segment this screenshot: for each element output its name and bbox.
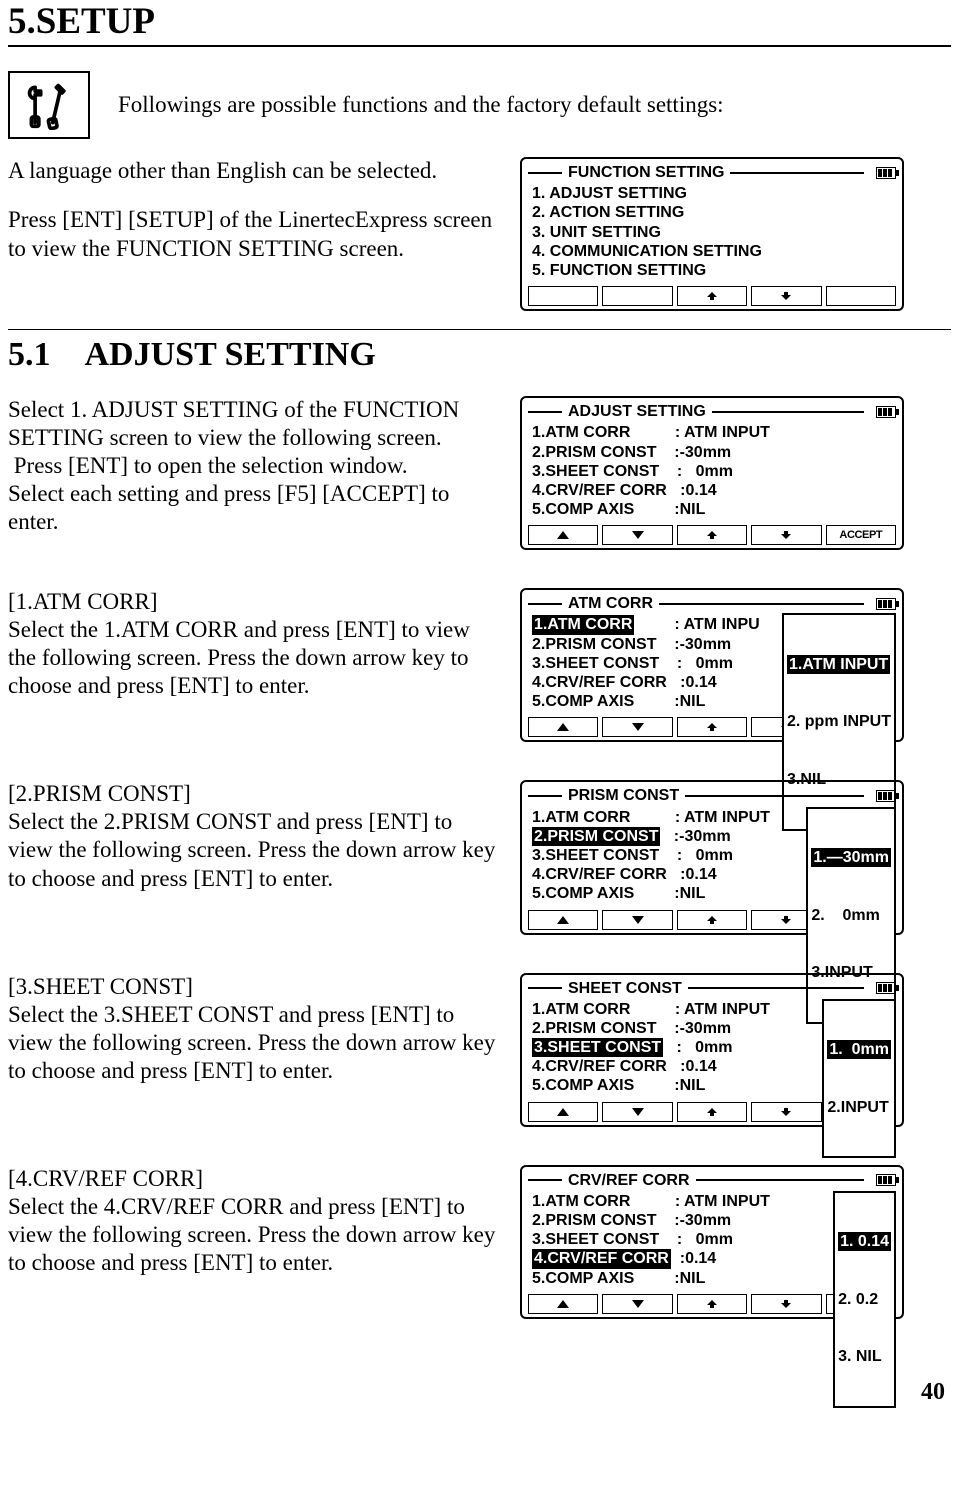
popup-option: 2. ppm INPUT — [787, 712, 891, 731]
softkey-down-icon — [602, 910, 672, 930]
intro-row: Followings are possible functions and th… — [8, 71, 951, 139]
battery-icon — [876, 982, 896, 994]
battery-icon — [876, 406, 896, 418]
chapter-title: 5.SETUP — [8, 0, 951, 47]
setting-row: 1.ATM CORR : ATM INPUT — [532, 423, 892, 442]
softkey-scroll-up-icon — [677, 1294, 747, 1314]
popup-option: 2. 0mm — [811, 906, 891, 925]
softkey — [826, 286, 896, 306]
setting-row: 5.COMP AXIS :NIL — [532, 500, 892, 519]
menu-item: 2. ACTION SETTING — [532, 203, 892, 222]
softkey-row: ACCEPT — [528, 525, 896, 545]
page-number: 40 — [8, 1379, 951, 1406]
popup-option: 3. NIL — [838, 1347, 891, 1366]
softkey-down-icon — [602, 717, 672, 737]
setting-value: :0.14 — [671, 1250, 716, 1267]
lcd-crv-ref-corr: CRV/REF CORR 1.ATM CORR : ATM INPUT 2.PR… — [520, 1165, 904, 1319]
subsection-heading: [2.PRISM CONST] — [8, 780, 498, 808]
softkey-scroll-down-icon — [751, 1102, 821, 1122]
setting-row: 2.PRISM CONST :-30mm — [532, 443, 892, 462]
lcd-title: ADJUST SETTING — [568, 402, 706, 421]
softkey-up-icon — [528, 1102, 598, 1122]
softkey-scroll-down-icon — [751, 525, 821, 545]
lcd-adjust-setting: ADJUST SETTING 1.ATM CORR : ATM INPUT 2.… — [520, 396, 904, 550]
lcd-title: FUNCTION SETTING — [568, 163, 724, 182]
softkey-down-icon — [602, 1102, 672, 1122]
softkey-down-icon — [602, 525, 672, 545]
press-paragraph: Press [ENT] [SETUP] of the LinertecExpre… — [8, 206, 498, 264]
softkey-scroll-up-icon — [677, 1102, 747, 1122]
subsection-heading: [4.CRV/REF CORR] — [8, 1165, 498, 1193]
lcd-function-setting: FUNCTION SETTING 1. ADJUST SETTING 2. AC… — [520, 157, 904, 311]
softkey-scroll-up-icon — [677, 286, 747, 306]
softkey — [602, 286, 672, 306]
softkey-up-icon — [528, 910, 598, 930]
setting-value: :-30mm — [660, 828, 730, 845]
lcd-title: SHEET CONST — [568, 979, 682, 998]
softkey-scroll-up-icon — [677, 717, 747, 737]
text-line: Press [ENT] to open the selection window… — [8, 452, 498, 480]
softkey-down-icon — [602, 1294, 672, 1314]
menu-item: 5. FUNCTION SETTING — [532, 261, 892, 280]
softkey-up-icon — [528, 717, 598, 737]
menu-item: 1. ADJUST SETTING — [532, 184, 892, 203]
text-line: Select each setting and press [F5] [ACCE… — [8, 480, 498, 536]
softkey-up-icon — [528, 1294, 598, 1314]
selected-item: 1.ATM CORR — [532, 615, 634, 634]
subsection-body: Select the 2.PRISM CONST and press [ENT]… — [8, 808, 498, 892]
setting-value: : ATM INPU — [634, 616, 759, 633]
selected-item: 4.CRV/REF CORR — [532, 1249, 671, 1268]
lcd-title: PRISM CONST — [568, 786, 679, 805]
softkey-scroll-up-icon — [677, 525, 747, 545]
subsection-heading: [3.SHEET CONST] — [8, 973, 498, 1001]
softkey-up-icon — [528, 525, 598, 545]
popup-selected: 1.—30mm — [811, 848, 891, 867]
battery-icon — [876, 598, 896, 610]
option-popup: 1. 0.14 2. 0.2 3. NIL — [833, 1191, 896, 1408]
lcd-sheet-const: SHEET CONST 1.ATM CORR : ATM INPUT 2.PRI… — [520, 973, 904, 1127]
softkey-scroll-down-icon — [751, 286, 821, 306]
section-heading-5-1: 5.1 ADJUST SETTING — [8, 329, 951, 374]
lcd-title: CRV/REF CORR — [568, 1171, 690, 1190]
softkey — [528, 286, 598, 306]
selected-item: 3.SHEET CONST — [532, 1038, 663, 1057]
subsection-body: Select the 3.SHEET CONST and press [ENT]… — [8, 1001, 498, 1085]
subsection-heading: [1.ATM CORR] — [8, 588, 498, 616]
popup-selected: 1.ATM INPUT — [787, 655, 890, 674]
battery-icon — [876, 790, 896, 802]
menu-item: 3. UNIT SETTING — [532, 223, 892, 242]
popup-option: 2. 0.2 — [838, 1290, 891, 1309]
softkey-scroll-down-icon — [751, 1294, 821, 1314]
softkey-scroll-up-icon — [677, 910, 747, 930]
setup-icon — [8, 71, 90, 139]
battery-icon — [876, 167, 896, 179]
adjust-setting-text: Select 1. ADJUST SETTING of the FUNCTION… — [8, 396, 498, 536]
intro-text: Followings are possible functions and th… — [118, 92, 724, 118]
selected-item: 2.PRISM CONST — [532, 827, 660, 846]
popup-selected: 1. 0mm — [827, 1040, 891, 1059]
popup-option: 2.INPUT — [827, 1098, 891, 1117]
option-popup: 1. 0mm 2.INPUT — [822, 999, 896, 1159]
setting-row: 4.CRV/REF CORR :0.14 — [532, 481, 892, 500]
text-line: Select 1. ADJUST SETTING of the FUNCTION… — [8, 396, 498, 452]
menu-item: 4. COMMUNICATION SETTING — [532, 242, 892, 261]
setting-value: : 0mm — [663, 1039, 732, 1056]
popup-selected: 1. 0.14 — [838, 1232, 891, 1251]
lcd-prism-const: PRISM CONST 1.ATM CORR : ATM INPUT 2.PRI… — [520, 780, 904, 934]
setting-row: 3.SHEET CONST : 0mm — [532, 462, 892, 481]
softkey-accept: ACCEPT — [826, 525, 896, 545]
battery-icon — [876, 1174, 896, 1186]
language-paragraph: A language other than English can be sel… — [8, 157, 498, 186]
lcd-title: ATM CORR — [568, 594, 653, 613]
subsection-body: Select the 1.ATM CORR and press [ENT] to… — [8, 616, 498, 700]
softkey-row — [528, 286, 896, 306]
lcd-atm-corr: ATM CORR 1.ATM CORR : ATM INPU 2.PRISM C… — [520, 588, 904, 742]
subsection-body: Select the 4.CRV/REF CORR and press [ENT… — [8, 1193, 498, 1277]
